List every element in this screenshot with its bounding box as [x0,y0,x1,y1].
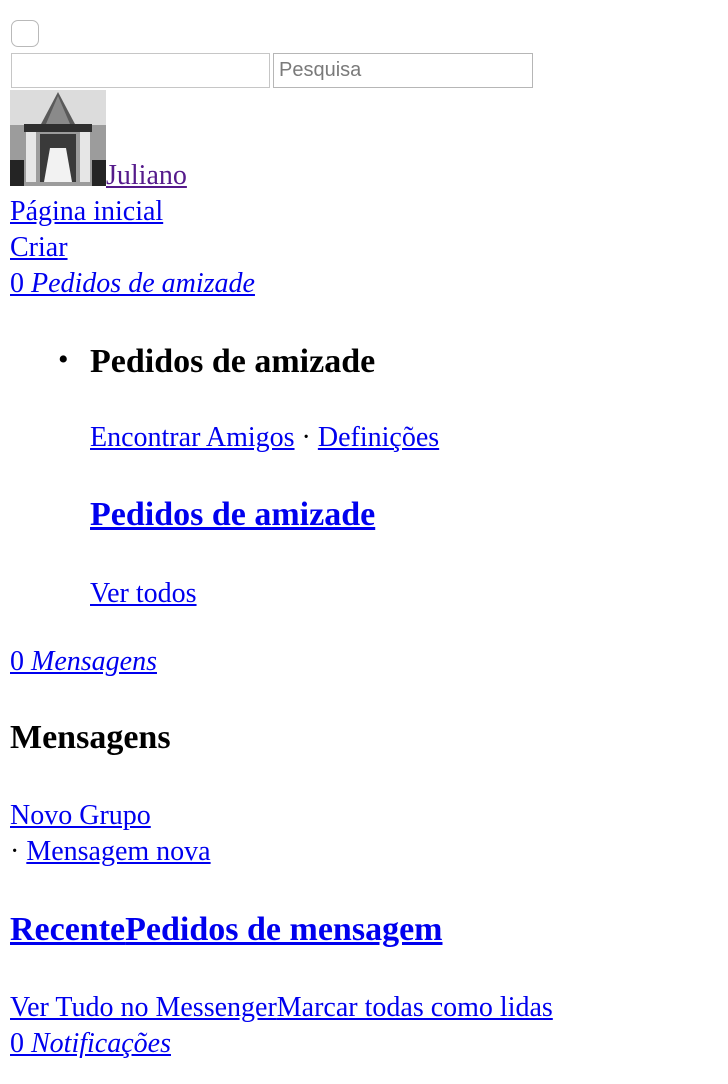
see-all-messenger-link[interactable]: Ver Tudo no Messenger [10,992,277,1023]
create-link[interactable]: Criar [10,230,68,266]
find-friends-link[interactable]: Encontrar Amigos [90,422,295,453]
notifications-link[interactable]: 0 Notificações [10,1026,171,1062]
friend-requests-menu-title: Pedidos de amizade [90,343,376,380]
new-message-link[interactable]: Mensagem nova [26,836,210,867]
mark-all-read-link[interactable]: Marcar todas como lidas [277,992,553,1023]
notifications-count: 0 [10,1028,24,1059]
friend-requests-actions: Encontrar Amigos · Definições [90,420,439,456]
text-field[interactable] [11,53,270,88]
avatar[interactable] [10,90,106,186]
see-all-friend-requests-link[interactable]: Ver todos [90,576,197,612]
profile-link[interactable]: Juliano [106,158,187,194]
tab-recent[interactable]: Recente [10,911,125,948]
separator-dot: · [301,422,311,453]
messages-label: Mensagens [31,646,157,677]
notifications-label: Notificações [31,1028,171,1059]
friend-requests-link[interactable]: 0 Pedidos de amizade [10,266,255,302]
separator-dot: · [10,836,20,867]
friend-requests-heading-link[interactable]: Pedidos de amizade [90,495,375,535]
friend-settings-link[interactable]: Definições [318,422,439,453]
tab-message-requests[interactable]: Pedidos de mensagem [125,911,442,948]
messages-count: 0 [10,646,24,677]
list-bullet: • [58,343,69,376]
wedding-venue-photo-icon [10,90,106,186]
new-group-link[interactable]: Novo Grupo [10,798,151,834]
messages-link[interactable]: 0 Mensagens [10,644,157,680]
home-link[interactable]: Página inicial [10,194,163,230]
friend-requests-count: 0 [10,268,24,299]
search-input[interactable] [273,53,533,88]
messages-title: Mensagens [10,719,171,756]
friend-requests-label: Pedidos de amizade [31,268,255,299]
top-checkbox[interactable] [11,20,39,47]
messages-tabs: RecentePedidos de mensagem [10,910,442,950]
messenger-actions: Ver Tudo no MessengerMarcar todas como l… [10,990,553,1026]
new-message-row: · Mensagem nova [10,834,211,870]
